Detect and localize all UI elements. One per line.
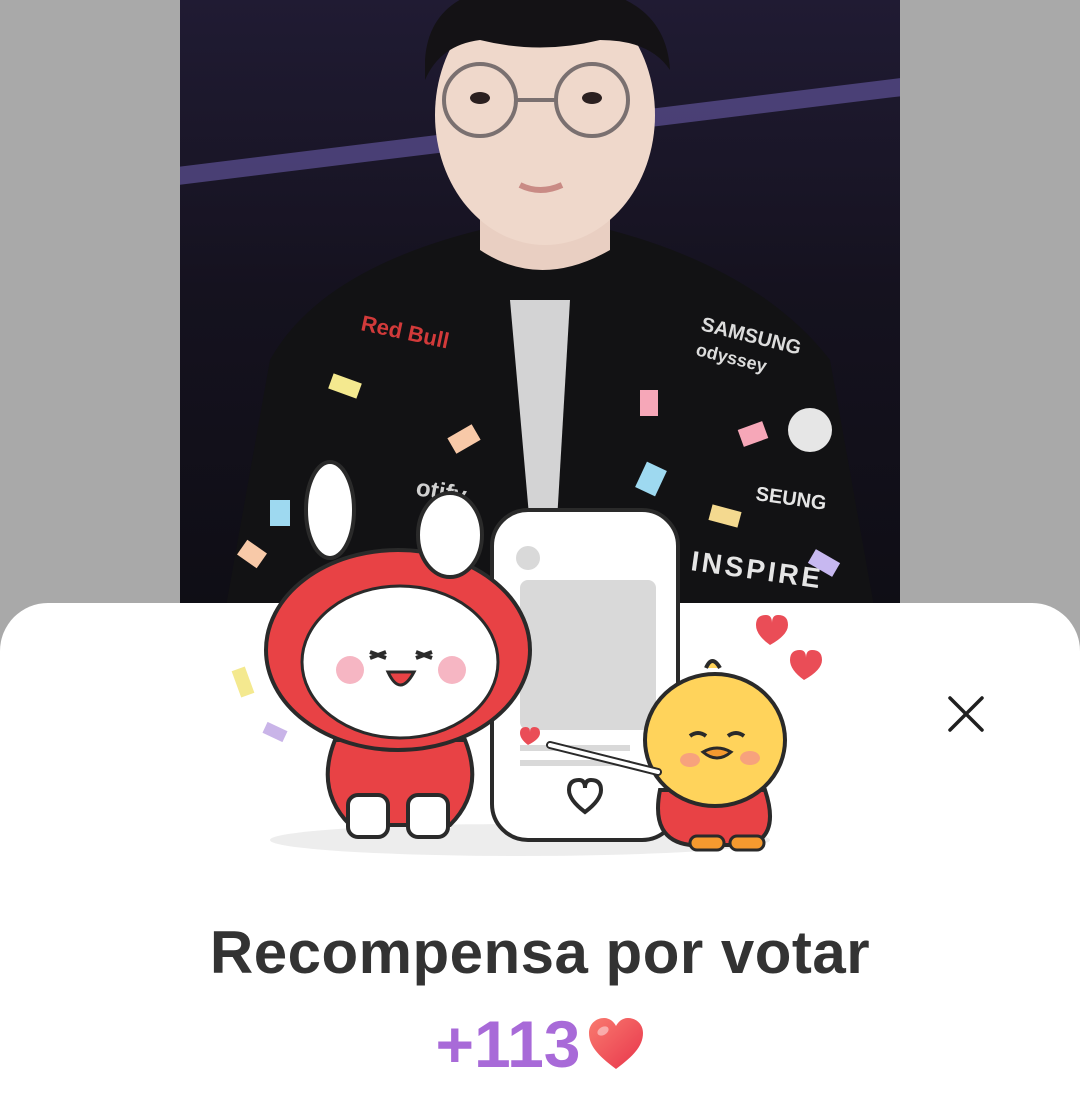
mascot-illustration — [231, 460, 822, 856]
reward-title: Recompensa por votar — [209, 919, 871, 986]
reward-amount: +113 — [435, 1007, 581, 1081]
reward-amount-row: +113 — [0, 1008, 1080, 1080]
close-icon — [948, 696, 984, 732]
heart-icon — [588, 1018, 643, 1069]
close-button[interactable] — [938, 686, 994, 742]
